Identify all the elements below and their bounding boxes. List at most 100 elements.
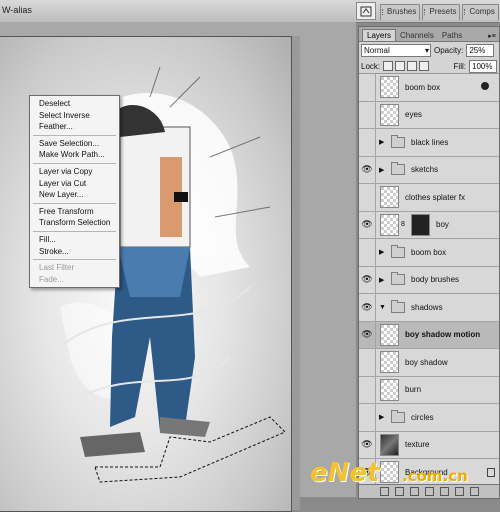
visibility-eye-icon[interactable]: 👁 <box>359 211 376 238</box>
lock-fill-row: Lock: Fill: 100% <box>359 58 499 74</box>
expand-arrow-icon[interactable]: ▶ <box>379 276 387 284</box>
layer-thumbnail <box>380 323 399 346</box>
opacity-label: Opacity: <box>434 45 464 55</box>
tab-layers[interactable]: Layers <box>362 29 397 41</box>
menu-new-layer[interactable]: New Layer... <box>30 189 119 201</box>
menu-separator <box>33 259 116 261</box>
layer-row[interactable]: boy shadow <box>359 349 499 377</box>
layer-row[interactable]: 👁 ▶ body brushes <box>359 266 499 294</box>
expand-arrow-icon[interactable]: ▶ <box>379 248 387 256</box>
panel-menu-icon[interactable]: ▸≡ <box>487 31 497 41</box>
layer-style-icon[interactable] <box>394 487 404 496</box>
layer-row[interactable]: ▶ black lines <box>359 129 499 157</box>
menu-layer-via-copy[interactable]: Layer via Copy <box>30 166 119 178</box>
layer-row[interactable]: 👁 ▼ shadows <box>359 294 499 322</box>
visibility-eye-icon[interactable]: 👁 <box>359 294 376 321</box>
visibility-eye-icon[interactable] <box>359 101 376 128</box>
layer-row[interactable]: ▶ circles <box>359 404 499 432</box>
menu-last-filter: Last Filter <box>39 263 75 273</box>
layer-thumbnail <box>380 351 399 374</box>
layer-name: boy shadow motion <box>405 330 481 340</box>
layers-panel-footer <box>359 484 499 498</box>
visibility-eye-icon[interactable] <box>359 404 376 431</box>
layer-row[interactable]: 👁 8 boy <box>359 211 499 239</box>
link-layers-icon[interactable] <box>379 487 389 496</box>
visibility-eye-icon[interactable]: 👁 <box>359 266 376 293</box>
menu-stroke[interactable]: Stroke... <box>30 246 119 258</box>
arrange-documents-button[interactable] <box>356 2 376 20</box>
expand-arrow-icon[interactable]: ▶ <box>379 166 387 174</box>
add-mask-icon[interactable] <box>409 487 419 496</box>
folder-icon <box>391 409 405 423</box>
menu-separator <box>33 230 116 232</box>
layer-row[interactable]: clothes splater fx <box>359 184 499 212</box>
visibility-eye-icon[interactable] <box>359 129 376 156</box>
layer-name: texture <box>405 440 430 450</box>
menu-fill[interactable]: Fill... <box>30 234 119 246</box>
menu-separator <box>33 202 116 204</box>
menu-transform-selection[interactable]: Transform Selection <box>30 217 119 229</box>
layer-thumbnail <box>380 213 399 236</box>
comps-tab[interactable]: Comps <box>462 4 499 20</box>
folder-icon <box>391 134 405 148</box>
blend-mode-select[interactable]: Normal <box>361 43 431 57</box>
visibility-eye-icon[interactable]: 👁 <box>359 321 376 348</box>
expand-arrow-icon[interactable]: ▶ <box>379 413 387 421</box>
menu-feather[interactable]: Feather... <box>30 121 119 133</box>
brushes-tab[interactable]: Brushes <box>380 4 421 20</box>
layer-thumbnail <box>380 378 399 401</box>
menu-select-inverse[interactable]: Select Inverse <box>30 110 119 122</box>
visibility-eye-icon[interactable] <box>359 74 376 101</box>
lock-transparency-icon[interactable] <box>383 61 394 71</box>
visibility-eye-icon[interactable] <box>359 239 376 266</box>
layer-thumbnail <box>380 433 399 456</box>
layer-thumbnail <box>380 186 399 209</box>
layer-list: boom box eyes ▶ black lines 👁 ▶ sketchs clothes… <box>359 73 499 486</box>
visibility-eye-icon[interactable] <box>359 376 376 403</box>
adjustment-layer-icon[interactable] <box>424 487 434 496</box>
lock-all-icon[interactable] <box>419 61 430 71</box>
layer-row[interactable]: eyes <box>359 101 499 129</box>
layer-row[interactable]: ▶ boom box <box>359 239 499 267</box>
layer-name: clothes splater fx <box>405 192 466 202</box>
visibility-eye-icon[interactable] <box>359 349 376 376</box>
watermark-site: .com.cn <box>402 467 468 485</box>
presets-tab[interactable]: Presets <box>422 4 461 20</box>
expand-arrow-icon[interactable]: ▶ <box>379 138 387 146</box>
visibility-eye-icon[interactable]: 👁 <box>359 431 376 458</box>
layer-name: body brushes <box>411 275 460 285</box>
visibility-eye-icon[interactable]: 👁 <box>359 156 376 183</box>
vertical-scrollbar[interactable] <box>292 36 300 510</box>
fill-field[interactable]: 100% <box>469 59 497 73</box>
lock-label: Lock: <box>361 61 381 71</box>
layer-effects-icon[interactable] <box>481 82 489 90</box>
layer-mask-thumbnail[interactable] <box>411 213 430 236</box>
menu-save-selection[interactable]: Save Selection... <box>30 138 119 150</box>
mask-link-icon[interactable]: 8 <box>401 221 407 228</box>
menu-free-transform[interactable]: Free Transform <box>30 206 119 218</box>
layer-row[interactable]: 👁 texture <box>359 431 499 459</box>
layer-row[interactable]: boom box <box>359 74 499 102</box>
layer-row[interactable]: burn <box>359 376 499 404</box>
anti-alias-label: W-alias <box>2 5 32 15</box>
folder-icon <box>391 244 405 258</box>
menu-separator <box>33 134 116 136</box>
new-group-icon[interactable] <box>439 487 449 496</box>
layer-row[interactable]: 👁 boy shadow motion <box>359 321 499 349</box>
menu-make-work-path[interactable]: Make Work Path... <box>30 149 119 161</box>
menu-deselect[interactable]: Deselect <box>30 98 119 110</box>
tab-paths[interactable]: Paths <box>438 30 466 41</box>
opacity-field[interactable]: 25% <box>466 43 495 57</box>
lock-image-icon[interactable] <box>395 61 406 71</box>
trash-icon[interactable] <box>469 487 479 496</box>
tab-channels[interactable]: Channels <box>396 30 438 41</box>
layer-name: circles <box>411 412 434 422</box>
new-layer-icon[interactable] <box>454 487 464 496</box>
expand-arrow-icon[interactable]: ▼ <box>379 304 387 311</box>
lock-position-icon[interactable] <box>407 61 418 71</box>
menu-layer-via-cut[interactable]: Layer via Cut <box>30 178 119 190</box>
visibility-eye-icon[interactable] <box>359 184 376 211</box>
menu-fade: Fade... <box>39 274 64 284</box>
layer-row[interactable]: 👁 ▶ sketchs <box>359 156 499 184</box>
layer-name: shadows <box>411 302 443 312</box>
